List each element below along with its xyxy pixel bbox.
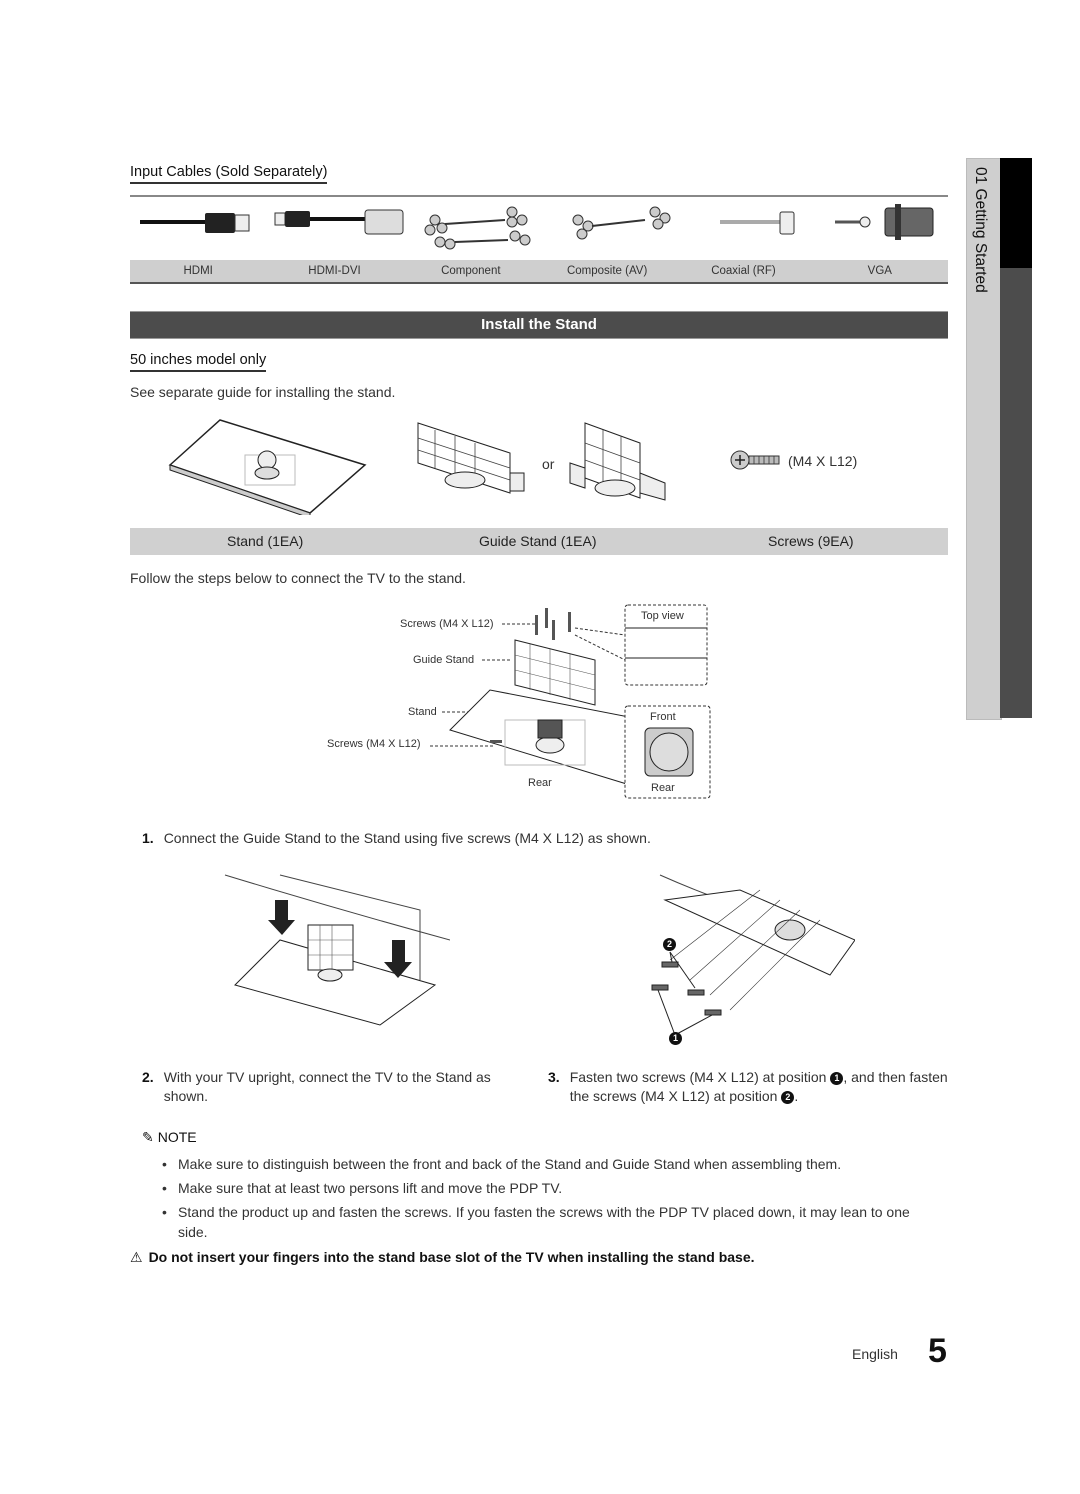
guide-stand-illustration-b	[569, 422, 666, 501]
step-text: Connect the Guide Stand to the Stand usi…	[163, 830, 651, 846]
diagram-label-stand: Stand	[408, 706, 437, 718]
position-1-badge: 1	[830, 1071, 844, 1085]
warning-icon: ⚠	[130, 1249, 143, 1265]
cable-label: Coaxial (RF)	[711, 265, 776, 277]
part-label: Stand (1EA)	[227, 533, 304, 549]
note-item: Stand the product up and fasten the scre…	[160, 1202, 940, 1242]
cable-labels-bar: HDMI HDMI-DVI Component Composite (AV) C…	[130, 260, 948, 284]
page-number: 5	[928, 1332, 947, 1370]
note-label: NOTE	[157, 1129, 197, 1145]
part-label: Screws (9EA)	[768, 533, 854, 549]
chapter-tab: 01 Getting Started	[966, 158, 1002, 720]
step-number: 1.	[142, 830, 154, 846]
composite-cable-icon	[572, 206, 671, 240]
step-number: 3.	[548, 1069, 560, 1085]
screw-position-illustration	[651, 874, 855, 1036]
hdmi-cable-icon	[140, 213, 250, 233]
warning: ⚠ Do not insert your fingers into the sta…	[130, 1249, 755, 1266]
screw-spec: (M4 X L12)	[788, 453, 858, 469]
pencil-icon: ✎	[142, 1129, 154, 1145]
diagram-label-front: Front	[650, 711, 676, 723]
cable-label: Component	[441, 265, 501, 277]
diagram-label-guide-stand: Guide Stand	[413, 654, 475, 666]
step-1: 1. Connect the Guide Stand to the Stand u…	[142, 829, 651, 848]
parts-bar: Stand (1EA) Guide Stand (1EA) Screws (9E…	[130, 528, 948, 555]
divider	[130, 195, 948, 197]
screw-icon	[730, 450, 780, 470]
section-title: Install the Stand	[130, 311, 948, 339]
diagram-label-rear: Rear	[528, 777, 552, 789]
chapter-marker-active	[1000, 158, 1032, 268]
note-item: Make sure that at least two persons lift…	[160, 1178, 940, 1198]
step-text: Fasten two screws (M4 X L12) at position…	[569, 1069, 948, 1104]
vga-cable-icon	[835, 204, 934, 240]
diagram-label-top-view: Top view	[641, 610, 684, 622]
or-label: or	[542, 456, 555, 472]
warning-text: Do not insert your fingers into the stan…	[148, 1249, 755, 1265]
component-cable-icon	[424, 206, 531, 250]
part-label: Guide Stand (1EA)	[479, 533, 597, 549]
stand-illustration	[168, 419, 367, 515]
follow-text: Follow the steps below to connect the TV…	[130, 570, 466, 586]
step-3: 3. Fasten two screws (M4 X L12) at posit…	[548, 1068, 948, 1106]
coaxial-cable-icon	[720, 211, 795, 235]
position-2-badge: 2	[781, 1090, 795, 1104]
cable-label: VGA	[867, 265, 892, 277]
chapter-title: 01 Getting Started	[972, 167, 989, 293]
assembly-diagram	[430, 604, 711, 799]
step-text: With your TV upright, connect the TV to …	[163, 1069, 491, 1104]
tv-mount-illustration	[224, 874, 450, 1026]
chapter-marker	[1000, 268, 1032, 718]
cable-label: Composite (AV)	[566, 265, 648, 277]
note-item: Make sure to distinguish between the fro…	[160, 1154, 940, 1174]
step-2: 2. With your TV upright, connect the TV t…	[142, 1068, 522, 1106]
input-cables-heading: Input Cables (Sold Separately)	[130, 164, 328, 184]
note-header: ✎ NOTE	[142, 1129, 197, 1146]
guide-note: See separate guide for installing the st…	[130, 384, 396, 400]
diagram-label-screws-top: Screws (M4 X L12)	[400, 618, 494, 630]
footer-language: English	[852, 1346, 898, 1362]
note-list: Make sure to distinguish between the fro…	[160, 1154, 940, 1246]
callout-1: 1	[669, 1032, 682, 1045]
hdmi-dvi-cable-icon	[274, 209, 404, 235]
diagram-label-screws-bottom: Screws (M4 X L12)	[327, 738, 421, 750]
cable-label: HDMI-DVI	[308, 265, 361, 277]
model-note: 50 inches model only	[130, 352, 267, 372]
callout-2: 2	[663, 938, 676, 951]
step-number: 2.	[142, 1069, 154, 1085]
cable-label: HDMI	[183, 265, 213, 277]
cable-illustrations	[140, 204, 934, 250]
guide-stand-illustration-a	[417, 422, 525, 494]
diagram-label-rear-detail: Rear	[651, 782, 675, 794]
